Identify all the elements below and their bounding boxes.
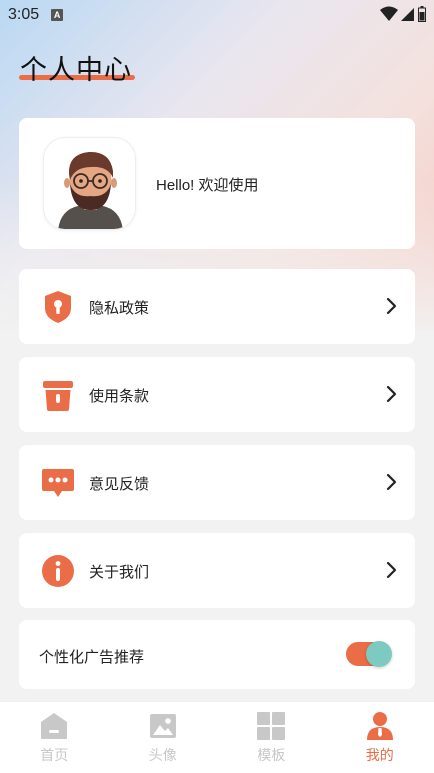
nav-item-mine[interactable]: 我的 [326,702,434,773]
grid-icon [257,712,286,740]
ad-setting-label: 个性化广告推荐 [39,648,145,666]
nav-label: 首页 [40,748,69,764]
chevron-right-icon [386,385,397,403]
page-title: 个人中心 [20,55,132,86]
chat-bubble-icon [42,469,74,497]
ad-setting-row: 个性化广告推荐 [19,620,415,689]
battery-icon [418,6,426,22]
chevron-right-icon [386,297,397,315]
nav-item-home[interactable]: 首页 [0,702,109,773]
image-icon [149,714,176,738]
menu-item-label: 关于我们 [89,563,150,581]
shield-lock-icon [45,291,71,323]
toggle-knob [366,641,392,667]
bottom-nav: 首页 头像 模板 我的 [0,701,434,773]
avatar-illustration [58,151,123,229]
menu-item-terms[interactable]: 使用条款 [19,357,415,432]
nav-item-avatar[interactable]: 头像 [109,702,218,773]
status-right [380,6,426,22]
menu-item-feedback[interactable]: 意见反馈 [19,445,415,520]
ad-toggle[interactable] [346,641,392,667]
home-icon [41,713,68,739]
nav-label: 我的 [365,748,394,764]
chevron-right-icon [386,473,397,491]
wifi-icon [380,6,398,21]
menu-item-about[interactable]: 关于我们 [19,533,415,608]
person-icon [366,712,393,740]
chevron-right-icon [386,561,397,579]
nav-label: 头像 [148,748,177,764]
greeting-text: Hello! 欢迎使用 [156,177,259,194]
menu-item-label: 使用条款 [89,387,150,405]
notification-icon: A [51,9,64,21]
status-bar: 3:05 A [0,0,434,30]
profile-card[interactable]: Hello! 欢迎使用 [19,118,415,249]
menu-item-label: 意见反馈 [89,475,150,493]
status-time: 3:05 [8,6,40,23]
nav-label: 模板 [257,748,286,764]
signal-icon [401,8,414,21]
info-icon [42,555,74,587]
avatar[interactable] [43,137,136,230]
menu-item-privacy[interactable]: 隐私政策 [19,269,415,344]
trash-bin-icon [43,381,73,411]
menu-item-label: 隐私政策 [89,299,150,317]
nav-item-template[interactable]: 模板 [217,702,326,773]
